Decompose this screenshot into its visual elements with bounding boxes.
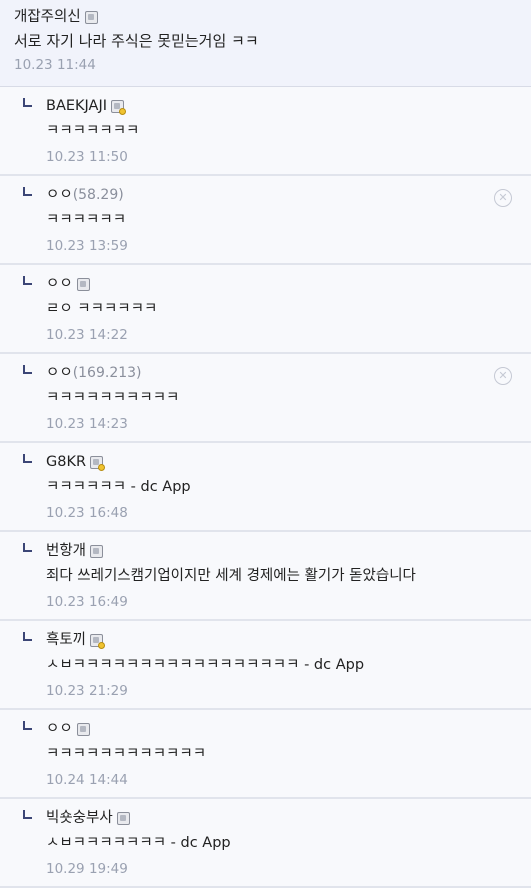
- user-badge-icon: [90, 455, 106, 471]
- reply-comment: G8KR ㅋㅋㅋㅋㅋㅋ - dc App 10.23 16:48: [0, 443, 531, 532]
- user-badge-icon: [90, 633, 106, 649]
- reply-arrow-icon: [23, 187, 32, 196]
- reply-date: 10.24 14:44: [46, 772, 128, 788]
- user-badge-icon: [84, 10, 98, 24]
- user-badge-icon: [116, 811, 130, 825]
- parent-nick-row: 개잡주의신: [14, 6, 531, 28]
- reply-date: 10.23 11:50: [46, 149, 128, 165]
- reply-comment: BAEKJAJI ㅋㅋㅋㅋㅋㅋㅋ 10.23 11:50: [0, 87, 531, 176]
- parent-comment-date: 10.23 11:44: [14, 57, 96, 73]
- reply-text: ㅅㅂㅋㅋㅋㅋㅋㅋㅋ - dc App: [46, 835, 231, 851]
- reply-arrow-icon: [23, 365, 32, 374]
- reply-comment: ㅇㅇ (169.213) ㅋㅋㅋㅋㅋㅋㅋㅋㅋㅋ 10.23 14:23 ✕: [0, 354, 531, 443]
- reply-nick-row: ㅇㅇ: [46, 718, 531, 740]
- reply-date: 10.29 19:49: [46, 861, 128, 877]
- reply-arrow-icon: [23, 810, 32, 819]
- reply-ip: (58.29): [72, 187, 124, 203]
- reply-text: 죄다 쓰레기스캠기업이지만 세계 경제에는 활기가 돋았습니다: [46, 568, 416, 584]
- reply-arrow-icon: [23, 454, 32, 463]
- delete-circle-icon[interactable]: ✕: [494, 189, 512, 207]
- reply-arrow-icon: [23, 276, 32, 285]
- reply-nickname[interactable]: ㅇㅇ: [46, 273, 73, 295]
- reply-nickname[interactable]: ㅇㅇ: [46, 184, 73, 206]
- reply-date: 10.23 16:49: [46, 594, 128, 610]
- reply-nick-row: 번항개: [46, 540, 531, 562]
- comment-thread: 개잡주의신 서로 자기 나라 주식은 못믿는거임 ㅋㅋ 10.23 11:44 …: [0, 0, 531, 888]
- reply-nickname[interactable]: ㅇㅇ: [46, 362, 73, 384]
- reply-text: ㅋㅋㅋㅋㅋㅋ - dc App: [46, 479, 191, 495]
- reply-arrow-icon: [23, 543, 32, 552]
- reply-nick-row: ㅇㅇ (58.29): [46, 184, 531, 206]
- reply-arrow-icon: [23, 98, 32, 107]
- reply-text: ㅋㅋㅋㅋㅋㅋ: [46, 212, 127, 228]
- user-badge-icon: [76, 277, 90, 291]
- reply-nickname[interactable]: BAEKJAJI: [46, 95, 107, 117]
- reply-nick-row: G8KR: [46, 451, 531, 473]
- reply-date: 10.23 21:29: [46, 683, 128, 699]
- reply-date: 10.23 14:22: [46, 327, 128, 343]
- reply-comment: ㅇㅇㅋㅋㅋㅋㅋㅋㅋㅋㅋㅋㅋㅋ 10.24 14:44: [0, 710, 531, 799]
- user-badge-icon: [111, 99, 127, 115]
- reply-text: ㄹㅇ ㅋㅋㅋㅋㅋㅋ: [46, 301, 158, 317]
- reply-nick-row: 빅숏숭부사: [46, 807, 531, 829]
- reply-comment: ㅇㅇㄹㅇ ㅋㅋㅋㅋㅋㅋ 10.23 14:22: [0, 265, 531, 354]
- user-badge-icon: [76, 722, 90, 736]
- reply-comment: 흑토끼 ㅅㅂㅋㅋㅋㅋㅋㅋㅋㅋㅋㅋㅋㅋㅋㅋㅋㅋㅋ - dc App 10.23 21:…: [0, 621, 531, 710]
- parent-comment-text: 서로 자기 나라 주식은 못믿는거임 ㅋㅋ: [14, 32, 259, 50]
- reply-nick-row: BAEKJAJI: [46, 95, 531, 117]
- reply-nick-row: ㅇㅇ: [46, 273, 531, 295]
- parent-comment: 개잡주의신 서로 자기 나라 주식은 못믿는거임 ㅋㅋ 10.23 11:44: [0, 0, 531, 87]
- parent-nickname[interactable]: 개잡주의신: [14, 6, 81, 28]
- delete-circle-icon[interactable]: ✕: [494, 367, 512, 385]
- reply-nickname[interactable]: 빅숏숭부사: [46, 807, 113, 829]
- reply-nick-row: ㅇㅇ (169.213): [46, 362, 531, 384]
- reply-comment: 빅숏숭부사 ㅅㅂㅋㅋㅋㅋㅋㅋㅋ - dc App 10.29 19:49: [0, 799, 531, 888]
- reply-date: 10.23 16:48: [46, 505, 128, 521]
- reply-nick-row: 흑토끼: [46, 629, 531, 651]
- reply-nickname[interactable]: ㅇㅇ: [46, 718, 73, 740]
- reply-arrow-icon: [23, 721, 32, 730]
- reply-text: ㅅㅂㅋㅋㅋㅋㅋㅋㅋㅋㅋㅋㅋㅋㅋㅋㅋㅋㅋ - dc App: [46, 657, 365, 673]
- reply-nickname[interactable]: 번항개: [46, 540, 86, 562]
- reply-date: 10.23 13:59: [46, 238, 128, 254]
- reply-list: BAEKJAJI ㅋㅋㅋㅋㅋㅋㅋ 10.23 11:50 ㅇㅇ (58.29) ㅋㅋㅋㅋㅋ…: [0, 87, 531, 888]
- reply-text: ㅋㅋㅋㅋㅋㅋㅋㅋㅋㅋ: [46, 390, 180, 406]
- reply-text: ㅋㅋㅋㅋㅋㅋㅋ: [46, 123, 140, 139]
- reply-nickname[interactable]: G8KR: [46, 451, 86, 473]
- reply-text: ㅋㅋㅋㅋㅋㅋㅋㅋㅋㅋㅋㅋ: [46, 746, 207, 762]
- reply-arrow-icon: [23, 632, 32, 641]
- reply-comment: 번항개죄다 쓰레기스캠기업이지만 세계 경제에는 활기가 돋았습니다 10.23 …: [0, 532, 531, 621]
- reply-date: 10.23 14:23: [46, 416, 128, 432]
- reply-comment: ㅇㅇ (58.29) ㅋㅋㅋㅋㅋㅋ 10.23 13:59 ✕: [0, 176, 531, 265]
- reply-nickname[interactable]: 흑토끼: [46, 629, 86, 651]
- reply-ip: (169.213): [72, 365, 142, 381]
- user-badge-icon: [90, 544, 104, 558]
